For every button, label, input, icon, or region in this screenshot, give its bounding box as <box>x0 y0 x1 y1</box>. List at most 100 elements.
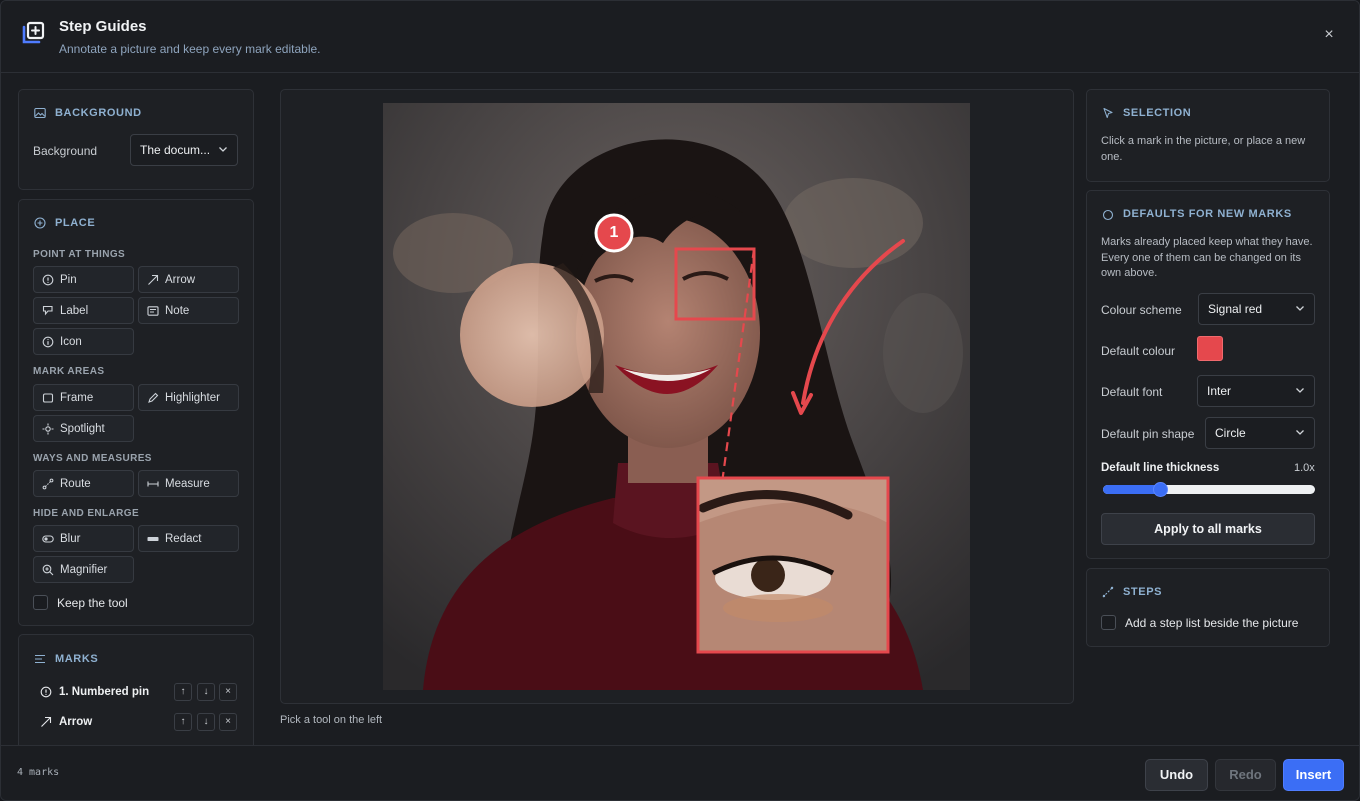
info-icon <box>42 336 54 348</box>
chevron-down-icon <box>1296 388 1304 393</box>
mark-row[interactable]: Arrow ↑ ↓ × <box>19 713 255 735</box>
selection-hint: Click a mark in the picture, or place a … <box>1101 135 1306 163</box>
default-font-select[interactable]: Inter <box>1197 375 1315 407</box>
steps-section: STEPS Add a step list beside the picture <box>1086 568 1330 647</box>
line-thickness-slider[interactable] <box>1103 482 1315 497</box>
remove-mark-button[interactable]: × <box>219 713 237 731</box>
line-thickness-value: 1.0x <box>1294 462 1315 474</box>
highlighter-icon <box>148 392 159 403</box>
keep-tool-label: Keep the tool <box>57 596 128 610</box>
group-ways-and-measures: WAYS AND MEASURES <box>33 453 152 464</box>
pin-icon <box>42 274 54 286</box>
dialog-footer: 4 marks Undo Redo Insert <box>1 745 1359 800</box>
tool-frame[interactable]: Frame <box>33 384 134 411</box>
move-down-button[interactable]: ↓ <box>197 713 215 731</box>
marks-count: 4 marks <box>17 767 60 778</box>
photo-illustration <box>383 103 970 690</box>
measure-icon <box>147 481 159 487</box>
tool-highlighter-label: Highlighter <box>165 392 220 404</box>
remove-mark-button[interactable]: × <box>219 683 237 701</box>
apply-to-all-button[interactable]: Apply to all marks <box>1101 513 1315 545</box>
route-icon <box>42 478 54 490</box>
tool-redact-label: Redact <box>165 533 202 545</box>
tool-pin-label: Pin <box>60 274 77 286</box>
tool-blur-label: Blur <box>60 533 81 545</box>
colour-scheme-select[interactable]: Signal red <box>1198 293 1315 325</box>
tool-highlighter[interactable]: Highlighter <box>138 384 239 411</box>
mark-label: 1. Numbered pin <box>59 686 150 698</box>
dialog-subtitle: Annotate a picture and keep every mark e… <box>59 42 321 56</box>
tool-measure[interactable]: Measure <box>138 470 239 497</box>
default-font-label: Default font <box>1101 385 1163 399</box>
pin-icon <box>40 686 52 698</box>
image-icon <box>34 107 46 119</box>
slider-thumb[interactable] <box>1153 482 1169 497</box>
tool-frame-label: Frame <box>60 392 94 404</box>
default-colour-label: Default colour <box>1101 344 1176 358</box>
tool-arrow[interactable]: Arrow <box>138 266 239 293</box>
chevron-down-icon <box>1296 306 1304 311</box>
add-circle-icon <box>34 217 46 229</box>
tool-magnifier[interactable]: Magnifier <box>33 556 134 583</box>
colour-scheme-value: Signal red <box>1208 302 1263 316</box>
background-select-value: The docum... <box>140 143 211 157</box>
app-logo-icon <box>22 21 45 44</box>
move-down-button[interactable]: ↓ <box>197 683 215 701</box>
tool-redact[interactable]: Redact <box>138 525 239 552</box>
place-section-title: PLACE <box>55 217 96 229</box>
tool-route[interactable]: Route <box>33 470 134 497</box>
tool-spotlight[interactable]: Spotlight <box>33 415 134 442</box>
note-icon <box>147 306 159 316</box>
tool-spotlight-label: Spotlight <box>60 423 105 435</box>
label-icon <box>42 305 53 316</box>
pin-shape-label: Default pin shape <box>1101 427 1195 441</box>
pin-shape-select[interactable]: Circle <box>1205 417 1315 449</box>
marks-section: MARKS 1. Numbered pin ↑ ↓ × Arrow ↑ ↓ × <box>18 634 254 754</box>
default-colour-swatch[interactable] <box>1197 336 1223 361</box>
tool-note-label: Note <box>165 305 190 317</box>
place-section: PLACE POINT AT THINGS Pin Arrow Label No… <box>18 199 254 626</box>
tool-label-label: Label <box>60 305 89 317</box>
tool-pin[interactable]: Pin <box>33 266 134 293</box>
keep-tool-checkbox[interactable] <box>33 595 48 610</box>
insert-button[interactable]: Insert <box>1283 759 1344 791</box>
annotated-picture[interactable]: 1 <box>383 103 970 690</box>
dialog-header: Step Guides Annotate a picture and keep … <box>1 1 1359 73</box>
background-select[interactable]: The docum... <box>130 134 238 166</box>
steps-section-title: STEPS <box>1123 586 1163 598</box>
selection-section: SELECTION Click a mark in the picture, o… <box>1086 89 1330 182</box>
redo-button[interactable]: Redo <box>1215 759 1276 791</box>
marks-section-title: MARKS <box>55 653 99 665</box>
canvas-hint: Pick a tool on the left <box>280 714 383 726</box>
tool-icon[interactable]: Icon <box>33 328 134 355</box>
step-list-checkbox[interactable] <box>1101 615 1116 630</box>
tool-blur[interactable]: Blur <box>33 525 134 552</box>
tool-note[interactable]: Note <box>138 297 239 324</box>
tool-icon-label: Icon <box>60 336 82 348</box>
cursor-icon <box>1103 107 1113 119</box>
move-up-button[interactable]: ↑ <box>174 713 192 731</box>
tool-route-label: Route <box>60 478 91 490</box>
undo-button[interactable]: Undo <box>1145 759 1208 791</box>
tool-magnifier-label: Magnifier <box>60 564 108 576</box>
pin-shape-value: Circle <box>1215 426 1246 440</box>
numbered-pin-label[interactable]: 1 <box>604 223 624 243</box>
colour-scheme-label: Colour scheme <box>1101 303 1182 317</box>
tool-label[interactable]: Label <box>33 297 134 324</box>
line-thickness-label: Default line thickness <box>1101 462 1220 474</box>
circle-icon <box>1102 209 1114 221</box>
background-label: Background <box>33 144 98 158</box>
tool-arrow-label: Arrow <box>165 274 196 286</box>
spotlight-icon <box>42 423 54 435</box>
mark-row[interactable]: 1. Numbered pin ↑ ↓ × <box>19 683 255 705</box>
slider-fill <box>1103 485 1161 494</box>
arrow-icon <box>41 716 52 727</box>
background-section-title: BACKGROUND <box>55 107 142 119</box>
tool-measure-label: Measure <box>165 478 210 490</box>
move-up-button[interactable]: ↑ <box>174 683 192 701</box>
step-guides-dialog: Step Guides Annotate a picture and keep … <box>0 0 1360 801</box>
close-icon[interactable]: × <box>1319 25 1339 45</box>
dialog-title: Step Guides <box>59 18 147 35</box>
defaults-section-title: DEFAULTS FOR NEW MARKS <box>1123 208 1292 220</box>
redact-icon <box>147 537 159 541</box>
